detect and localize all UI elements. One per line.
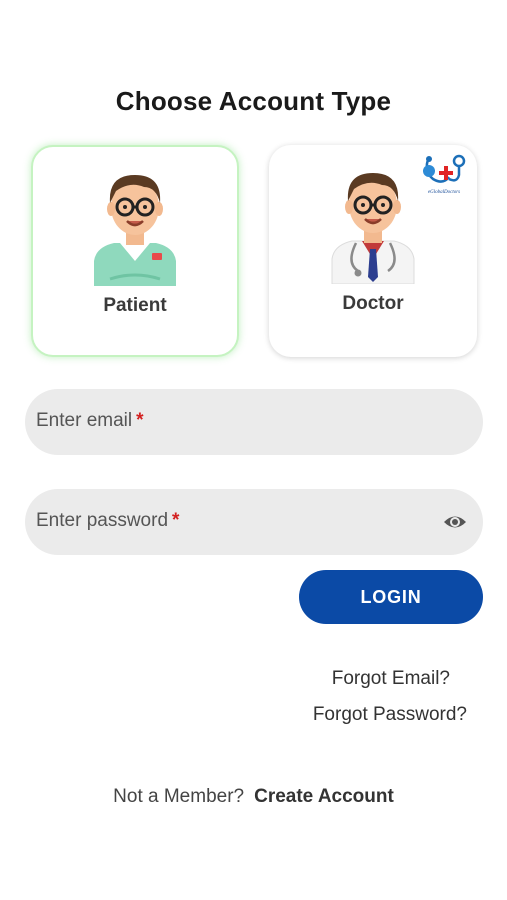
doctor-account-card[interactable]: eGlobalDoctors Doctor bbox=[269, 145, 477, 357]
password-field[interactable]: Enter password * bbox=[25, 489, 483, 555]
required-marker: * bbox=[172, 510, 180, 531]
password-placeholder-text: Enter password bbox=[36, 510, 169, 531]
email-field[interactable]: Enter email * bbox=[25, 389, 483, 455]
page-title: Choose Account Type bbox=[115, 86, 392, 116]
doctor-avatar-icon bbox=[331, 173, 415, 284]
not-a-member-text: Not a Member? bbox=[113, 786, 245, 807]
patient-account-card[interactable]: Patient bbox=[31, 145, 239, 357]
patient-label: Patient bbox=[103, 295, 167, 316]
login-button[interactable]: LOGIN bbox=[299, 570, 483, 624]
email-placeholder-text: Enter email bbox=[36, 410, 133, 431]
create-account-link[interactable]: Create Account bbox=[254, 786, 394, 807]
doctor-label: Doctor bbox=[342, 293, 404, 314]
forgot-email-link[interactable]: Forgot Email? bbox=[332, 668, 450, 690]
signup-prompt: Not a Member? Create Account bbox=[0, 786, 507, 808]
patient-avatar-icon bbox=[94, 175, 176, 286]
email-placeholder: Enter email * bbox=[36, 410, 144, 432]
eglobaldoctors-logo-icon: eGlobalDoctors bbox=[423, 154, 466, 195]
forgot-password-link[interactable]: Forgot Password? bbox=[313, 704, 467, 726]
eye-icon[interactable] bbox=[443, 511, 467, 533]
password-placeholder: Enter password * bbox=[36, 510, 179, 532]
required-marker: * bbox=[136, 410, 144, 431]
logo-wordmark: eGlobalDoctors bbox=[428, 190, 460, 195]
